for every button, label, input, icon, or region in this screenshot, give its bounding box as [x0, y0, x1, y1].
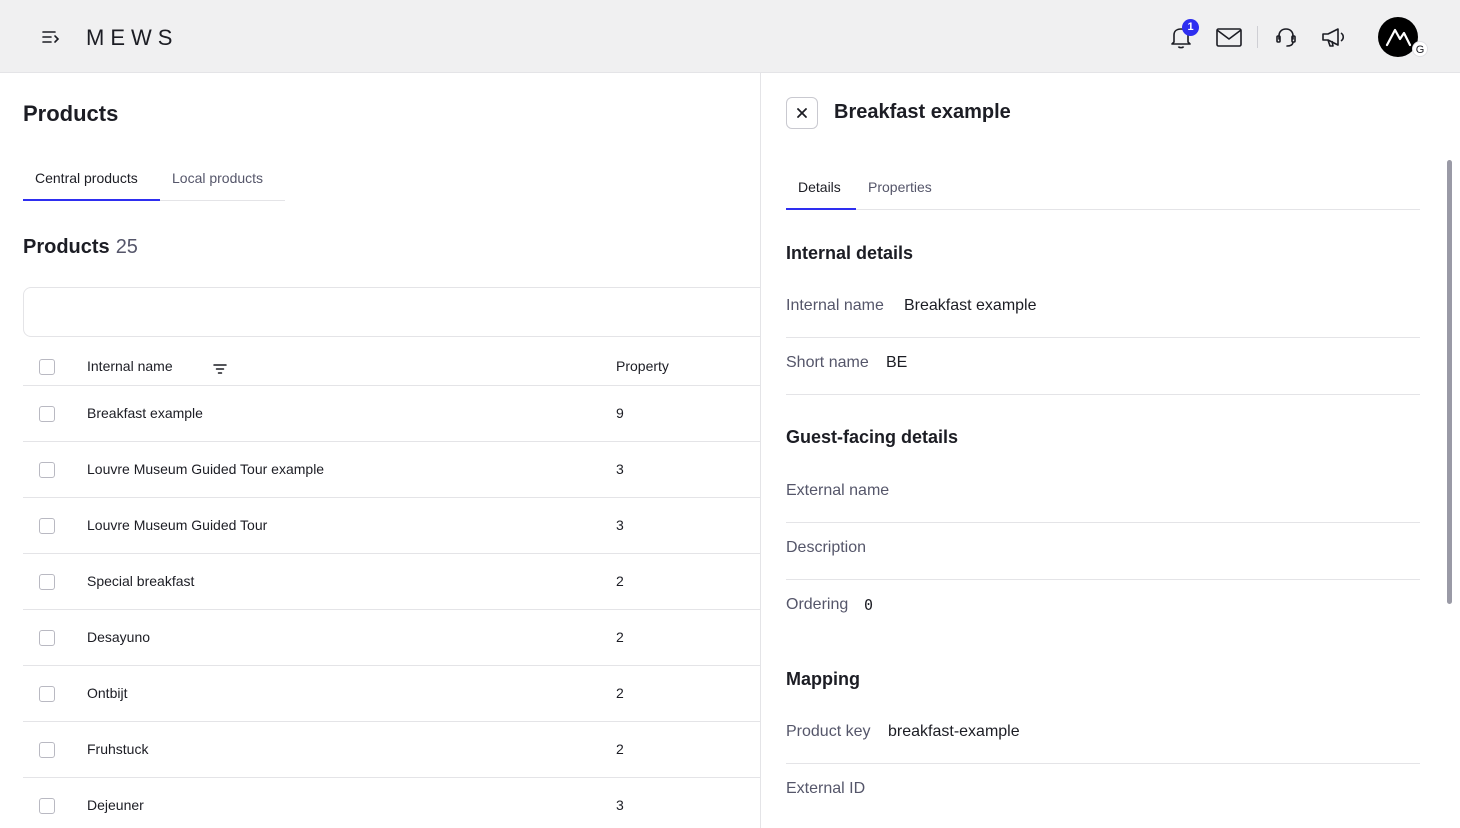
close-icon	[797, 108, 807, 118]
product-name[interactable]: Breakfast example	[87, 385, 616, 442]
product-key-value: breakfast-example	[888, 723, 1020, 740]
external-id-row: External ID	[786, 764, 1420, 821]
ordering-value: 0	[864, 596, 874, 614]
row-checkbox[interactable]	[39, 685, 55, 702]
product-property: 2	[616, 721, 761, 778]
internal-name-row: Internal name Breakfast example	[786, 281, 1420, 338]
mapping-heading: Mapping	[786, 669, 860, 689]
products-main: Products Central products Local products…	[0, 73, 761, 828]
row-checkbox[interactable]	[39, 573, 55, 590]
notification-badge: 1	[1182, 19, 1199, 36]
tab-properties[interactable]: Properties	[856, 169, 944, 210]
column-header-internal-name[interactable]: Internal name	[87, 348, 616, 386]
row-checkbox[interactable]	[39, 741, 55, 758]
column-header-label: Internal name	[87, 358, 173, 375]
product-property: 2	[616, 609, 761, 666]
row-checkbox-cell	[23, 665, 87, 722]
row-checkbox-cell	[23, 553, 87, 610]
product-property: 3	[616, 777, 761, 828]
guest-facing-heading: Guest-facing details	[786, 427, 959, 447]
ordering-label: Ordering	[786, 596, 849, 613]
close-button[interactable]	[786, 97, 818, 129]
row-checkbox-cell	[23, 609, 87, 666]
row-checkbox-cell	[23, 777, 87, 828]
table-row[interactable]: Dejeuner 3	[23, 777, 761, 828]
table-row[interactable]: Ontbijt 2	[23, 665, 761, 722]
table-row[interactable]: Louvre Museum Guided Tour example 3	[23, 441, 761, 498]
row-checkbox-cell	[23, 497, 87, 554]
row-checkbox[interactable]	[39, 797, 55, 814]
megaphone-icon[interactable]	[1319, 22, 1349, 52]
row-checkbox-cell	[23, 385, 87, 442]
mews-logo[interactable]: MEWS	[86, 25, 216, 50]
product-name[interactable]: Fruhstuck	[87, 721, 616, 778]
product-property: 3	[616, 497, 761, 554]
product-detail-panel: Breakfast example Details Properties Int…	[760, 73, 1460, 828]
table-row[interactable]: Desayuno 2	[23, 609, 761, 666]
column-header-property[interactable]: Property	[616, 348, 761, 386]
product-key-row: Product key breakfast-example	[786, 707, 1420, 764]
product-name[interactable]: Louvre Museum Guided Tour example	[87, 441, 616, 498]
internal-name-value: Breakfast example	[904, 297, 1037, 314]
product-tabs: Central products Local products	[23, 159, 285, 201]
short-name-row: Short name BE	[786, 338, 1420, 395]
tab-local-products[interactable]: Local products	[160, 159, 275, 201]
product-property: 9	[616, 385, 761, 442]
product-property: 2	[616, 553, 761, 610]
product-name[interactable]: Desayuno	[87, 609, 616, 666]
menu-icon[interactable]	[38, 25, 64, 49]
table-row[interactable]: Special breakfast 2	[23, 553, 761, 610]
top-bar: MEWS 1 G	[0, 0, 1460, 73]
product-name[interactable]: Ontbijt	[87, 665, 616, 722]
product-name[interactable]: Dejeuner	[87, 777, 616, 828]
ordering-row: Ordering 0	[786, 580, 1420, 637]
description-row: Description	[786, 523, 1420, 580]
table-header-row: Internal name Property	[23, 348, 761, 386]
select-all-checkbox[interactable]	[39, 358, 55, 375]
toolbar-divider	[1257, 26, 1258, 48]
mail-icon[interactable]	[1214, 22, 1244, 52]
page-title: Products	[23, 101, 119, 126]
select-all-cell	[23, 348, 87, 386]
row-checkbox[interactable]	[39, 461, 55, 478]
scrollbar-thumb[interactable]	[1447, 160, 1452, 604]
table-row[interactable]: Louvre Museum Guided Tour 3	[23, 497, 761, 554]
headset-icon[interactable]	[1271, 22, 1301, 52]
section-title-label: Products	[23, 236, 110, 258]
description-label: Description	[786, 539, 867, 556]
detail-tabs: Details Properties	[786, 169, 1420, 210]
row-checkbox-cell	[23, 721, 87, 778]
product-property: 3	[616, 441, 761, 498]
detail-title: Breakfast example	[834, 101, 1011, 123]
product-name[interactable]: Special breakfast	[87, 553, 616, 610]
short-name-label: Short name	[786, 354, 869, 371]
tab-details[interactable]: Details	[786, 169, 856, 210]
product-key-label: Product key	[786, 723, 871, 740]
table-row[interactable]: Breakfast example 9	[23, 385, 761, 442]
products-table: Internal name Property Breakfast example…	[23, 348, 761, 828]
brand-text: MEWS	[86, 26, 178, 48]
internal-name-label: Internal name	[786, 297, 884, 314]
avatar-badge: G	[1412, 41, 1428, 57]
row-checkbox[interactable]	[39, 629, 55, 646]
table-row[interactable]: Fruhstuck 2	[23, 721, 761, 778]
panel-scrollbar[interactable]	[1444, 157, 1454, 828]
row-checkbox[interactable]	[39, 405, 55, 422]
filter-icon[interactable]	[212, 362, 227, 374]
internal-details-heading: Internal details	[786, 243, 914, 263]
product-count: 25	[115, 236, 138, 258]
tab-central-products[interactable]: Central products	[23, 159, 160, 201]
short-name-value: BE	[886, 354, 908, 371]
external-name-row: External name	[786, 466, 1420, 523]
section-title: Products 25	[23, 236, 138, 259]
row-checkbox[interactable]	[39, 517, 55, 534]
external-name-label: External name	[786, 482, 890, 499]
external-id-label: External ID	[786, 780, 866, 797]
filter-bar[interactable]	[23, 287, 761, 337]
product-property: 2	[616, 665, 761, 722]
row-checkbox-cell	[23, 441, 87, 498]
product-name[interactable]: Louvre Museum Guided Tour	[87, 497, 616, 554]
